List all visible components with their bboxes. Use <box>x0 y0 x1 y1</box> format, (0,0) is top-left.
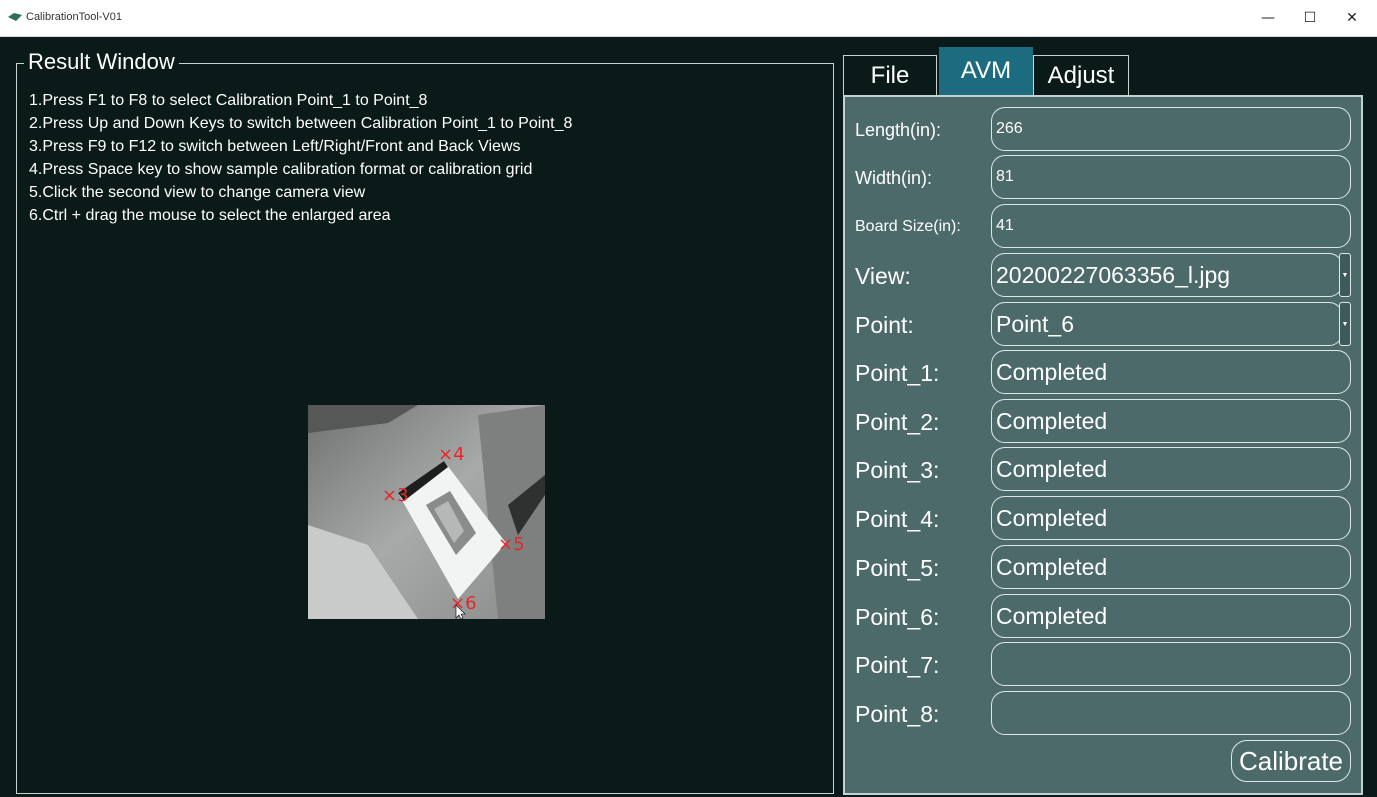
tab-adjust[interactable]: Adjust <box>1033 55 1129 95</box>
point-label: Point: <box>855 311 914 338</box>
minimize-button[interactable]: — <box>1245 0 1291 36</box>
point-6-label: Point_6: <box>855 603 940 630</box>
point-7-row: Point_7: <box>845 642 1365 688</box>
view-row: View: 20200227063356_l.jpg ▼ <box>845 253 1365 299</box>
point-7-label: Point_7: <box>855 651 940 678</box>
tab-file[interactable]: File <box>843 55 937 95</box>
point-6-status[interactable]: Completed <box>991 594 1351 638</box>
camera-preview[interactable]: ×3 ×4 ×5 ×6 <box>308 405 545 619</box>
maximize-button[interactable]: ☐ <box>1287 0 1333 36</box>
window-title: CalibrationTool-V01 <box>26 11 122 23</box>
instruction-line: 1.Press F1 to F8 to select Calibration P… <box>29 92 428 109</box>
instruction-line: 3.Press F9 to F12 to switch between Left… <box>29 138 521 155</box>
point-5-status[interactable]: Completed <box>991 545 1351 589</box>
point-dropdown-arrow[interactable]: ▼ <box>1339 302 1351 346</box>
length-label: Length(in): <box>855 119 942 140</box>
point-8-label: Point_8: <box>855 700 940 727</box>
view-dropdown-arrow[interactable]: ▼ <box>1339 253 1351 297</box>
point-1-row: Point_1: Completed <box>845 350 1365 396</box>
point-3-status[interactable]: Completed <box>991 447 1351 491</box>
chevron-down-icon: ▼ <box>1341 271 1349 279</box>
point-5-label: Point_5: <box>855 554 940 581</box>
marker-label: ×6 <box>450 593 477 614</box>
point-1-status[interactable]: Completed <box>991 350 1351 394</box>
instruction-line: 6.Ctrl + drag the mouse to select the en… <box>29 207 391 224</box>
close-icon: ✕ <box>1346 10 1358 26</box>
board-size-label: Board Size(in): <box>855 218 961 235</box>
point-4-status[interactable]: Completed <box>991 496 1351 540</box>
point-4-row: Point_4: Completed <box>845 496 1365 542</box>
point-4-label: Point_4: <box>855 505 940 532</box>
tab-avm[interactable]: AVM <box>939 47 1033 95</box>
calibration-image: ×3 ×4 ×5 ×6 <box>308 405 545 619</box>
board-size-row: Board Size(in): 41 <box>845 204 1365 250</box>
instruction-line: 4.Press Space key to show sample calibra… <box>29 161 533 178</box>
point-2-label: Point_2: <box>855 408 940 435</box>
instruction-line: 5.Click the second view to change camera… <box>29 184 366 201</box>
result-window-title: Result Window <box>24 49 179 75</box>
calibrate-button[interactable]: Calibrate <box>1231 740 1351 782</box>
point-6-row: Point_6: Completed <box>845 594 1365 640</box>
point-3-row: Point_3: Completed <box>845 447 1365 493</box>
marker-label: ×5 <box>498 534 525 555</box>
point-row: Point: Point_6 ▼ <box>845 302 1365 348</box>
minimize-icon: — <box>1261 10 1275 26</box>
point-5-row: Point_5: Completed <box>845 545 1365 591</box>
view-label: View: <box>855 262 911 289</box>
point-7-status[interactable] <box>991 642 1351 686</box>
length-input[interactable]: 266 <box>991 107 1351 151</box>
point-2-status[interactable]: Completed <box>991 399 1351 443</box>
width-label: Width(in): <box>855 167 933 188</box>
point-select[interactable]: Point_6 <box>991 302 1343 346</box>
chevron-down-icon: ▼ <box>1341 320 1349 328</box>
instructions: 1.Press F1 to F8 to select Calibration P… <box>29 89 572 227</box>
width-row: Width(in): 81 <box>845 155 1365 201</box>
point-8-status[interactable] <box>991 691 1351 735</box>
point-1-label: Point_1: <box>855 359 940 386</box>
marker-label: ×3 <box>382 485 409 506</box>
close-button[interactable]: ✕ <box>1329 0 1375 36</box>
length-row: Length(in): 266 <box>845 107 1365 153</box>
board-size-input[interactable]: 41 <box>991 204 1351 248</box>
width-input[interactable]: 81 <box>991 155 1351 199</box>
instruction-line: 2.Press Up and Down Keys to switch betwe… <box>29 115 573 132</box>
point-2-row: Point_2: Completed <box>845 399 1365 445</box>
view-select[interactable]: 20200227063356_l.jpg <box>991 253 1343 297</box>
maximize-icon: ☐ <box>1303 10 1317 26</box>
point-3-label: Point_3: <box>855 456 940 483</box>
title-bar: CalibrationTool-V01 — ☐ ✕ <box>0 0 1377 37</box>
avm-panel: Length(in): 266 Width(in): 81 Board Size… <box>843 95 1363 795</box>
marker-label: ×4 <box>438 444 465 465</box>
point-8-row: Point_8: <box>845 691 1365 737</box>
app-icon <box>8 13 22 21</box>
